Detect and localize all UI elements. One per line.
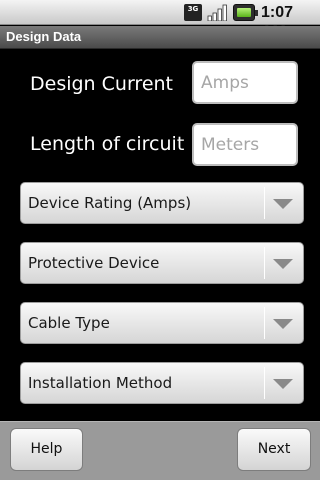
dropdown-arrow-icon <box>273 379 293 389</box>
dropdown-arrow-icon <box>273 319 293 329</box>
spinner-divider <box>264 367 265 399</box>
spinner-label: Cable Type <box>28 314 110 332</box>
network-3g-icon: 3G <box>184 4 202 21</box>
installation-method-spinner[interactable]: Installation Method <box>20 362 304 404</box>
device-rating-spinner[interactable]: Device Rating (Amps) <box>20 182 304 224</box>
length-of-circuit-input[interactable] <box>192 123 298 166</box>
design-current-label: Design Current <box>30 73 174 95</box>
next-button[interactable]: Next <box>237 428 311 471</box>
screen-title: Design Data <box>6 29 82 44</box>
spinner-divider <box>264 187 265 219</box>
spinner-label: Installation Method <box>28 374 173 392</box>
status-bar: 3G 1:07 AM <box>0 0 320 40</box>
dropdown-arrow-icon <box>273 199 293 209</box>
length-of-circuit-label: Length of circuit <box>30 133 185 155</box>
cable-type-spinner[interactable]: Cable Type <box>20 302 304 344</box>
spinner-divider <box>264 307 265 339</box>
design-current-input[interactable] <box>192 61 298 104</box>
battery-icon <box>233 4 258 21</box>
dropdown-arrow-icon <box>273 259 293 269</box>
spinner-divider <box>264 247 265 279</box>
help-button[interactable]: Help <box>10 428 83 471</box>
signal-icon <box>207 4 227 21</box>
title-bar: Design Data <box>0 26 320 49</box>
spinner-label: Device Rating (Amps) <box>28 194 192 212</box>
protective-device-spinner[interactable]: Protective Device <box>20 242 304 284</box>
spinner-label: Protective Device <box>28 254 160 272</box>
network-badge-label: 3G <box>187 5 199 13</box>
